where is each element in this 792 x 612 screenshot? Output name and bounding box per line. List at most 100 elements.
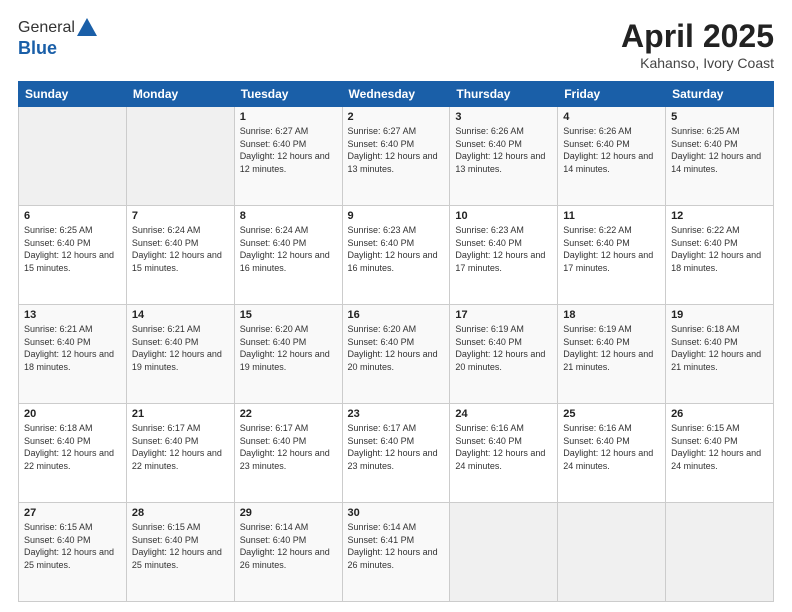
day-number: 20	[24, 408, 121, 420]
day-number: 27	[24, 507, 121, 519]
day-cell: 2Sunrise: 6:27 AM Sunset: 6:40 PM Daylig…	[342, 107, 450, 206]
week-row-4: 20 Sunrise: 6:18 AM Sunset: 6:40 PM Dayli…	[19, 404, 774, 503]
day-cell	[19, 107, 127, 206]
day-number: 3	[455, 111, 552, 123]
day-number: 14	[132, 309, 229, 321]
day-number: 17	[455, 309, 552, 321]
day-info: Sunrise: 6:24 AM Sunset: 6:40 PM Dayligh…	[240, 224, 337, 274]
page-title: April 2025	[621, 18, 774, 55]
day-number: 28	[132, 507, 229, 519]
day-cell: 6 Sunrise: 6:25 AM Sunset: 6:40 PM Daylig…	[19, 206, 127, 305]
day-info: Sunrise: 6:26 AM Sunset: 6:40 PM Dayligh…	[563, 125, 660, 175]
calendar-page: General Blue April 2025 Kahanso, Ivory C…	[0, 0, 792, 612]
day-cell: 15Sunrise: 6:20 AM Sunset: 6:40 PM Dayli…	[234, 305, 342, 404]
week-row-2: 6 Sunrise: 6:25 AM Sunset: 6:40 PM Daylig…	[19, 206, 774, 305]
day-info: Sunrise: 6:15 AM Sunset: 6:40 PM Dayligh…	[132, 521, 229, 571]
day-info: Sunrise: 6:15 AM Sunset: 6:40 PM Dayligh…	[24, 521, 121, 571]
day-info: Sunrise: 6:15 AM Sunset: 6:40 PM Dayligh…	[671, 422, 768, 472]
day-info: Sunrise: 6:21 AM Sunset: 6:40 PM Dayligh…	[24, 323, 121, 373]
day-cell	[666, 503, 774, 602]
day-info: Sunrise: 6:17 AM Sunset: 6:40 PM Dayligh…	[240, 422, 337, 472]
day-cell: 16 Sunrise: 6:20 AM Sunset: 6:40 PM Dayli…	[342, 305, 450, 404]
day-number: 25	[563, 408, 660, 420]
day-number: 19	[671, 309, 768, 321]
calendar-table: SundayMondayTuesdayWednesdayThursdayFrid…	[18, 81, 774, 602]
day-info: Sunrise: 6:17 AM Sunset: 6:40 PM Dayligh…	[132, 422, 229, 472]
day-cell: 7 Sunrise: 6:24 AM Sunset: 6:40 PM Daylig…	[126, 206, 234, 305]
day-info: Sunrise: 6:26 AM Sunset: 6:40 PM Dayligh…	[455, 125, 552, 175]
day-info: Sunrise: 6:25 AM Sunset: 6:40 PM Dayligh…	[24, 224, 121, 274]
day-info: Sunrise: 6:18 AM Sunset: 6:40 PM Dayligh…	[24, 422, 121, 472]
day-number: 15	[240, 309, 337, 321]
day-number: 4	[563, 111, 660, 123]
day-cell: 8 Sunrise: 6:24 AM Sunset: 6:40 PM Daylig…	[234, 206, 342, 305]
day-cell: 14 Sunrise: 6:21 AM Sunset: 6:40 PM Dayli…	[126, 305, 234, 404]
day-cell: 28 Sunrise: 6:15 AM Sunset: 6:40 PM Dayli…	[126, 503, 234, 602]
header-row: SundayMondayTuesdayWednesdayThursdayFrid…	[19, 82, 774, 107]
day-cell: 29 Sunrise: 6:14 AM Sunset: 6:40 PM Dayli…	[234, 503, 342, 602]
day-info: Sunrise: 6:19 AM Sunset: 6:40 PM Dayligh…	[455, 323, 552, 373]
day-number: 7	[132, 210, 229, 222]
header: General Blue April 2025 Kahanso, Ivory C…	[18, 18, 774, 71]
header-day-thursday: Thursday	[450, 82, 558, 107]
day-info: Sunrise: 6:17 AM Sunset: 6:40 PM Dayligh…	[348, 422, 445, 472]
day-cell: 4 Sunrise: 6:26 AM Sunset: 6:40 PM Daylig…	[558, 107, 666, 206]
day-cell: 10Sunrise: 6:23 AM Sunset: 6:40 PM Dayli…	[450, 206, 558, 305]
day-info: Sunrise: 6:22 AM Sunset: 6:40 PM Dayligh…	[671, 224, 768, 274]
header-day-saturday: Saturday	[666, 82, 774, 107]
day-cell: 30Sunrise: 6:14 AM Sunset: 6:41 PM Dayli…	[342, 503, 450, 602]
day-info: Sunrise: 6:24 AM Sunset: 6:40 PM Dayligh…	[132, 224, 229, 274]
week-row-3: 13 Sunrise: 6:21 AM Sunset: 6:40 PM Dayli…	[19, 305, 774, 404]
day-cell: 27 Sunrise: 6:15 AM Sunset: 6:40 PM Dayli…	[19, 503, 127, 602]
day-number: 29	[240, 507, 337, 519]
day-info: Sunrise: 6:27 AM Sunset: 6:40 PM Dayligh…	[240, 125, 337, 175]
day-cell: 24 Sunrise: 6:16 AM Sunset: 6:40 PM Dayli…	[450, 404, 558, 503]
day-info: Sunrise: 6:14 AM Sunset: 6:40 PM Dayligh…	[240, 521, 337, 571]
day-cell: 21 Sunrise: 6:17 AM Sunset: 6:40 PM Dayli…	[126, 404, 234, 503]
day-cell	[558, 503, 666, 602]
logo-triangle-icon	[77, 18, 97, 36]
day-number: 12	[671, 210, 768, 222]
header-day-monday: Monday	[126, 82, 234, 107]
day-cell: 25 Sunrise: 6:16 AM Sunset: 6:40 PM Dayli…	[558, 404, 666, 503]
day-number: 18	[563, 309, 660, 321]
logo-blue-text: Blue	[18, 38, 57, 58]
header-day-friday: Friday	[558, 82, 666, 107]
day-number: 26	[671, 408, 768, 420]
day-number: 16	[348, 309, 445, 321]
day-number: 21	[132, 408, 229, 420]
day-number: 6	[24, 210, 121, 222]
day-info: Sunrise: 6:23 AM Sunset: 6:40 PM Dayligh…	[455, 224, 552, 274]
day-cell: 23Sunrise: 6:17 AM Sunset: 6:40 PM Dayli…	[342, 404, 450, 503]
day-cell: 12 Sunrise: 6:22 AM Sunset: 6:40 PM Dayli…	[666, 206, 774, 305]
week-row-5: 27 Sunrise: 6:15 AM Sunset: 6:40 PM Dayli…	[19, 503, 774, 602]
day-info: Sunrise: 6:27 AM Sunset: 6:40 PM Dayligh…	[348, 125, 445, 175]
logo: General Blue	[18, 18, 97, 59]
day-number: 24	[455, 408, 552, 420]
day-number: 8	[240, 210, 337, 222]
day-info: Sunrise: 6:20 AM Sunset: 6:40 PM Dayligh…	[348, 323, 445, 373]
day-info: Sunrise: 6:21 AM Sunset: 6:40 PM Dayligh…	[132, 323, 229, 373]
day-cell: 18Sunrise: 6:19 AM Sunset: 6:40 PM Dayli…	[558, 305, 666, 404]
day-info: Sunrise: 6:18 AM Sunset: 6:40 PM Dayligh…	[671, 323, 768, 373]
day-number: 5	[671, 111, 768, 123]
day-info: Sunrise: 6:25 AM Sunset: 6:40 PM Dayligh…	[671, 125, 768, 175]
day-number: 22	[240, 408, 337, 420]
day-number: 1	[240, 111, 337, 123]
day-number: 9	[348, 210, 445, 222]
day-cell: 26 Sunrise: 6:15 AM Sunset: 6:40 PM Dayli…	[666, 404, 774, 503]
day-info: Sunrise: 6:16 AM Sunset: 6:40 PM Dayligh…	[563, 422, 660, 472]
header-day-sunday: Sunday	[19, 82, 127, 107]
day-cell	[126, 107, 234, 206]
day-cell: 17 Sunrise: 6:19 AM Sunset: 6:40 PM Dayli…	[450, 305, 558, 404]
day-cell: 13 Sunrise: 6:21 AM Sunset: 6:40 PM Dayli…	[19, 305, 127, 404]
day-cell: 20 Sunrise: 6:18 AM Sunset: 6:40 PM Dayli…	[19, 404, 127, 503]
header-day-wednesday: Wednesday	[342, 82, 450, 107]
day-number: 13	[24, 309, 121, 321]
day-cell: 22 Sunrise: 6:17 AM Sunset: 6:40 PM Dayli…	[234, 404, 342, 503]
day-info: Sunrise: 6:16 AM Sunset: 6:40 PM Dayligh…	[455, 422, 552, 472]
day-cell: 19 Sunrise: 6:18 AM Sunset: 6:40 PM Dayli…	[666, 305, 774, 404]
day-cell: 3 Sunrise: 6:26 AM Sunset: 6:40 PM Daylig…	[450, 107, 558, 206]
day-number: 30	[348, 507, 445, 519]
title-block: April 2025 Kahanso, Ivory Coast	[621, 18, 774, 71]
